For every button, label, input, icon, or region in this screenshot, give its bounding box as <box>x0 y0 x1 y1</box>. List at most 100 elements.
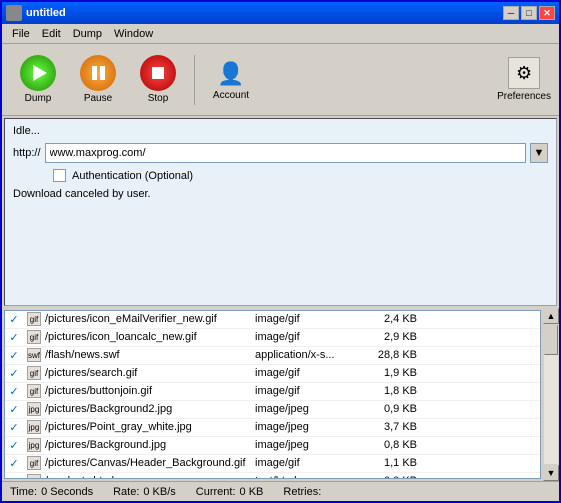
pause-bar-left <box>92 66 97 80</box>
file-type-cell: image/gif <box>251 456 361 470</box>
check-cell: ✓ <box>5 384 23 399</box>
file-size-cell: 2,4 KB <box>361 312 421 326</box>
file-name-cell: /products.html <box>41 474 251 478</box>
checkmark-icon: ✓ <box>9 368 18 380</box>
check-cell: ✓ <box>5 456 23 471</box>
pause-bar-right <box>100 66 105 80</box>
content-area: Idle... http:// ▼ Authentication (Option… <box>4 118 557 306</box>
current-value: 0 KB <box>240 486 264 498</box>
file-name-cell: /pictures/buttonjoin.gif <box>41 384 251 398</box>
table-row[interactable]: ✓ swf /flash/news.swf application/x-s...… <box>5 347 540 365</box>
file-icon: jpg <box>27 420 41 434</box>
main-content: Idle... http:// ▼ Authentication (Option… <box>2 116 559 481</box>
table-row[interactable]: ✓ gif /pictures/icon_eMailVerifier_new.g… <box>5 311 540 329</box>
checkmark-icon: ✓ <box>9 458 18 470</box>
menu-file[interactable]: File <box>6 26 36 42</box>
account-icon: 👤 <box>215 58 247 90</box>
table-row[interactable]: ✓ gif /pictures/search.gif image/gif 1,9… <box>5 365 540 383</box>
checkmark-icon: ✓ <box>9 440 18 452</box>
file-type-cell: image/jpeg <box>251 438 361 452</box>
file-name-cell: /pictures/icon_loancalc_new.gif <box>41 330 251 344</box>
pause-icon <box>80 55 116 91</box>
table-row[interactable]: ✓ gif /pictures/buttonjoin.gif image/gif… <box>5 383 540 401</box>
file-type-cell: image/gif <box>251 384 361 398</box>
rate-label: Rate: <box>113 486 139 498</box>
retries-segment: Retries: <box>283 486 321 498</box>
url-input[interactable] <box>45 143 526 163</box>
url-row: http:// ▼ <box>13 143 548 163</box>
check-cell: ✓ <box>5 312 23 327</box>
toolbar: Dump Pause Stop 👤 Account <box>2 44 559 116</box>
file-icon-cell: gif <box>23 329 41 345</box>
preferences-area: ⚙ Preferences <box>497 57 551 102</box>
table-row[interactable]: ✓ gif /pictures/Canvas/Header_Background… <box>5 455 540 473</box>
idle-status: Idle... <box>13 125 548 137</box>
scroll-track[interactable] <box>544 325 558 465</box>
file-status-cell <box>421 408 540 410</box>
file-list-body[interactable]: ✓ gif /pictures/icon_eMailVerifier_new.g… <box>5 311 540 479</box>
file-icon-cell: gif <box>23 455 41 471</box>
stop-button[interactable]: Stop <box>130 51 186 108</box>
time-segment: Time: 0 Seconds <box>10 486 93 498</box>
auth-checkbox[interactable] <box>53 169 66 182</box>
file-icon: gif <box>27 312 41 326</box>
checkmark-icon: ✓ <box>9 314 18 326</box>
preferences-icon-box: ⚙ <box>508 57 540 89</box>
menu-edit[interactable]: Edit <box>36 26 67 42</box>
table-row[interactable]: ✓ jpg /pictures/Point_gray_white.jpg ima… <box>5 419 540 437</box>
file-icon-cell: jpg <box>23 419 41 435</box>
file-status-cell <box>421 354 540 356</box>
check-cell: ✓ <box>5 330 23 345</box>
check-cell: ✓ <box>5 366 23 381</box>
file-status-cell <box>421 444 540 446</box>
file-icon-cell: swf <box>23 347 41 363</box>
file-type-cell: image/gif <box>251 312 361 326</box>
account-label: Account <box>213 90 249 101</box>
scroll-thumb[interactable] <box>544 325 558 355</box>
menu-window[interactable]: Window <box>108 26 159 42</box>
pause-button[interactable]: Pause <box>70 51 126 108</box>
file-icon-cell: gif <box>23 383 41 399</box>
window-title: untitled <box>26 7 503 19</box>
file-name-cell: /pictures/Background.jpg <box>41 438 251 452</box>
scrollbar-vertical[interactable]: ▲ ▼ <box>543 308 559 482</box>
minimize-button[interactable]: ─ <box>503 6 519 20</box>
file-icon-cell: jpg <box>23 401 41 417</box>
dump-button[interactable]: Dump <box>10 51 66 108</box>
file-icon-cell: gif <box>23 365 41 381</box>
stop-icon <box>140 55 176 91</box>
file-icon: gif <box>27 366 41 380</box>
scroll-down-button[interactable]: ▼ <box>543 465 559 481</box>
auth-label: Authentication (Optional) <box>72 170 193 182</box>
file-icon: htm <box>27 474 41 478</box>
file-size-cell: 28,8 KB <box>361 348 421 362</box>
file-icon: gif <box>27 384 41 398</box>
checkmark-icon: ✓ <box>9 422 18 434</box>
file-icon-cell: htm <box>23 473 41 478</box>
file-icon: gif <box>27 456 41 470</box>
dump-label: Dump <box>25 93 52 104</box>
file-icon: gif <box>27 330 41 344</box>
file-icon: swf <box>27 348 41 362</box>
time-value: 0 Seconds <box>41 486 93 498</box>
scroll-up-button[interactable]: ▲ <box>543 308 559 324</box>
account-button[interactable]: 👤 Account <box>203 54 259 105</box>
play-triangle <box>33 65 47 81</box>
url-dropdown-button[interactable]: ▼ <box>530 143 548 163</box>
file-icon-cell: gif <box>23 311 41 327</box>
maximize-button[interactable]: □ <box>521 6 537 20</box>
file-size-cell: 1,8 KB <box>361 384 421 398</box>
menu-bar: File Edit Dump Window <box>2 24 559 44</box>
table-row[interactable]: ✓ htm /products.html text/html 0,0 KB <box>5 473 540 479</box>
checkmark-icon: ✓ <box>9 476 18 479</box>
menu-dump[interactable]: Dump <box>67 26 108 42</box>
file-size-cell: 3,7 KB <box>361 420 421 434</box>
auth-row: Authentication (Optional) <box>13 169 548 182</box>
stop-square <box>152 67 164 79</box>
table-row[interactable]: ✓ jpg /pictures/Background.jpg image/jpe… <box>5 437 540 455</box>
table-row[interactable]: ✓ gif /pictures/icon_loancalc_new.gif im… <box>5 329 540 347</box>
file-list-container: ✓ gif /pictures/icon_eMailVerifier_new.g… <box>4 310 541 480</box>
file-name-cell: /pictures/Canvas/Header_Background.gif <box>41 456 251 470</box>
close-button[interactable]: ✕ <box>539 6 555 20</box>
table-row[interactable]: ✓ jpg /pictures/Background2.jpg image/jp… <box>5 401 540 419</box>
